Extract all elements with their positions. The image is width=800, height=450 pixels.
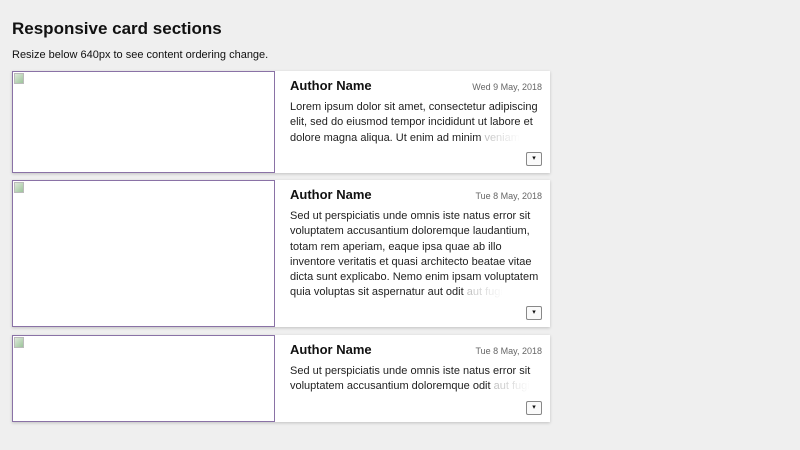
card-image bbox=[12, 71, 275, 173]
broken-image-icon bbox=[14, 182, 24, 193]
card-text: Sed ut perspiciatis unde omnis iste natu… bbox=[290, 364, 542, 395]
page-title: Responsive card sections bbox=[12, 19, 222, 38]
card-date: Wed 9 May, 2018 bbox=[472, 82, 542, 92]
card-text-fade: aut fugi bbox=[493, 380, 530, 393]
expand-toggle-button[interactable]: ▾ bbox=[526, 306, 542, 320]
card-text-fade: veniam bbox=[484, 131, 520, 144]
card-text: Lorem ipsum dolor sit amet, consectetur … bbox=[290, 100, 542, 146]
card-body: Author Name Tue 8 May, 2018 Sed ut perspi… bbox=[275, 335, 550, 422]
card: Author Name Tue 8 May, 2018 Sed ut perspi… bbox=[12, 180, 550, 327]
expand-toggle-button[interactable]: ▾ bbox=[526, 152, 542, 166]
card-body: Author Name Wed 9 May, 2018 Lorem ipsum d… bbox=[275, 71, 550, 173]
card-author: Author Name bbox=[290, 342, 372, 357]
broken-image-icon bbox=[14, 73, 24, 84]
broken-image-icon bbox=[14, 337, 24, 348]
card-image bbox=[12, 180, 275, 327]
card: Author Name Wed 9 May, 2018 Lorem ipsum d… bbox=[12, 71, 550, 173]
card-date: Tue 8 May, 2018 bbox=[475, 191, 542, 201]
card-text-fade: aut fugi bbox=[466, 286, 503, 299]
card-author: Author Name bbox=[290, 78, 372, 93]
card-image bbox=[12, 335, 275, 422]
expand-toggle-button[interactable]: ▾ bbox=[526, 401, 542, 415]
card-body: Author Name Tue 8 May, 2018 Sed ut perspi… bbox=[275, 180, 550, 327]
card-author: Author Name bbox=[290, 187, 372, 202]
card-text: Sed ut perspiciatis unde omnis iste natu… bbox=[290, 209, 542, 301]
card: Author Name Tue 8 May, 2018 Sed ut perspi… bbox=[12, 335, 550, 422]
page-subtitle: Resize below 640px to see content orderi… bbox=[12, 49, 269, 61]
card-date: Tue 8 May, 2018 bbox=[475, 346, 542, 356]
